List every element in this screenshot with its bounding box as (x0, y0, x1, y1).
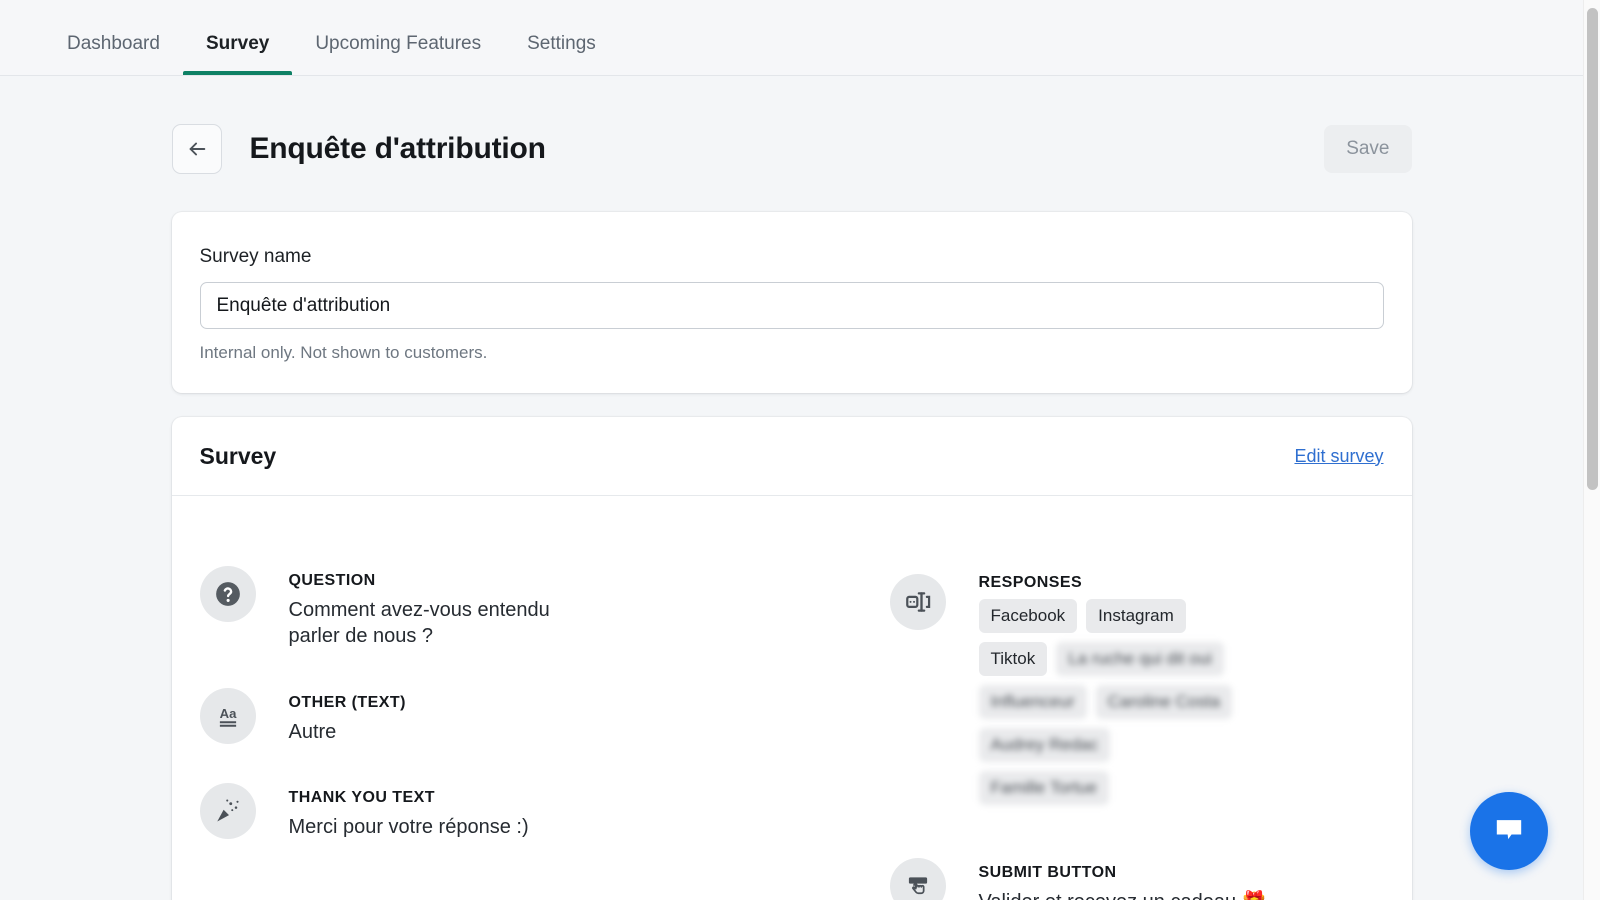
svg-text:Aa: Aa (219, 706, 236, 721)
arrow-left-icon (186, 138, 208, 160)
options-list-icon (889, 574, 946, 630)
survey-item-thank-you: THANK YOU TEXT Merci pour votre réponse … (199, 783, 890, 840)
response-chip: La ruche qui dit oui (1056, 642, 1224, 676)
other-text-caption: OTHER (TEXT) (288, 693, 406, 711)
survey-name-card: Survey name Internal only. Not shown to … (171, 212, 1412, 393)
survey-name-body: Survey name Internal only. Not shown to … (172, 212, 1412, 393)
tab-settings[interactable]: Settings (504, 34, 619, 75)
survey-card: Survey Edit survey QUESTION Comment avez… (171, 417, 1412, 900)
survey-name-label: Survey name (199, 246, 312, 267)
back-button[interactable] (171, 124, 222, 174)
scrollbar-thumb[interactable] (1587, 8, 1598, 490)
question-caption: QUESTION (288, 572, 376, 589)
question-text-block: QUESTION Comment avez-vous entendu parle… (289, 566, 589, 650)
question-mark-icon (199, 566, 256, 622)
response-chip: Audrey Redac (978, 728, 1111, 762)
page-title: Enquête d'attribution (249, 132, 546, 165)
responses-caption: RESPONSES (978, 574, 1083, 591)
survey-name-input[interactable] (199, 282, 1384, 329)
survey-card-header: Survey Edit survey (171, 417, 1412, 496)
page-content: Enquête d'attribution Save Survey name I… (0, 76, 1583, 900)
confetti-icon (199, 783, 256, 840)
submit-button-text-block: SUBMIT BUTTON Valider et recevez un cade… (979, 858, 1267, 900)
tab-survey[interactable]: Survey (182, 34, 293, 75)
thank-you-text-block: THANK YOU TEXT Merci pour votre réponse … (289, 783, 529, 840)
survey-details-grid: QUESTION Comment avez-vous entendu parle… (172, 496, 1412, 900)
tab-dashboard[interactable]: Dashboard (44, 34, 183, 75)
survey-item-other-text: Aa OTHER (TEXT) Autre (199, 687, 890, 745)
responses-chip-list: Facebook Instagram Tiktok La ruche qui dit … (978, 599, 1247, 814)
thank-you-caption: THANK YOU TEXT (288, 789, 435, 807)
survey-item-question: QUESTION Comment avez-vous entendu parle… (199, 566, 890, 650)
save-button[interactable]: Save (1324, 125, 1412, 173)
submit-click-icon (889, 858, 946, 900)
app-root: Dashboard Survey Upcoming Features Setti… (0, 0, 1600, 900)
chat-bubble-icon (1490, 810, 1528, 853)
response-chip: Instagram (1086, 599, 1186, 633)
tab-upcoming-features[interactable]: Upcoming Features (292, 34, 504, 75)
other-text-value: Autre (288, 720, 337, 743)
edit-survey-link[interactable]: Edit survey (1294, 446, 1383, 467)
page-scrollbar[interactable] (1583, 0, 1600, 900)
survey-card-title: Survey (199, 442, 277, 469)
response-chip: Facebook (978, 599, 1078, 633)
top-navigation: Dashboard Survey Upcoming Features Setti… (0, 0, 1583, 76)
submit-button-value: Valider et recevez un cadeau 🎁 (979, 889, 1267, 900)
survey-left-column: QUESTION Comment avez-vous entendu parle… (199, 518, 890, 900)
chat-widget-button[interactable] (1470, 792, 1548, 870)
response-chip: Famille Tortue (978, 771, 1109, 805)
submit-button-caption: SUBMIT BUTTON (978, 864, 1117, 881)
survey-item-submit-button: SUBMIT BUTTON Valider et recevez un cade… (889, 858, 1384, 900)
other-text-block: OTHER (TEXT) Autre (289, 688, 406, 745)
survey-name-help: Internal only. Not shown to customers. (199, 343, 488, 362)
survey-item-responses: RESPONSES Facebook Instagram Tiktok La ruch… (889, 574, 1384, 814)
page-header: Enquête d'attribution Save (171, 122, 1412, 176)
question-value: Comment avez-vous entendu parler de nous… (288, 599, 550, 648)
survey-right-column: RESPONSES Facebook Instagram Tiktok La ruch… (889, 518, 1384, 900)
content-container: Enquête d'attribution Save Survey name I… (171, 76, 1412, 900)
responses-text-block: RESPONSES Facebook Instagram Tiktok La ruch… (978, 574, 1247, 814)
response-chip: Influenceur (978, 685, 1087, 719)
response-chip: Caroline Costa (1095, 685, 1233, 719)
response-chip: Tiktok (978, 642, 1048, 676)
thank-you-value: Merci pour votre réponse :) (288, 816, 529, 839)
text-format-icon: Aa (199, 687, 256, 744)
